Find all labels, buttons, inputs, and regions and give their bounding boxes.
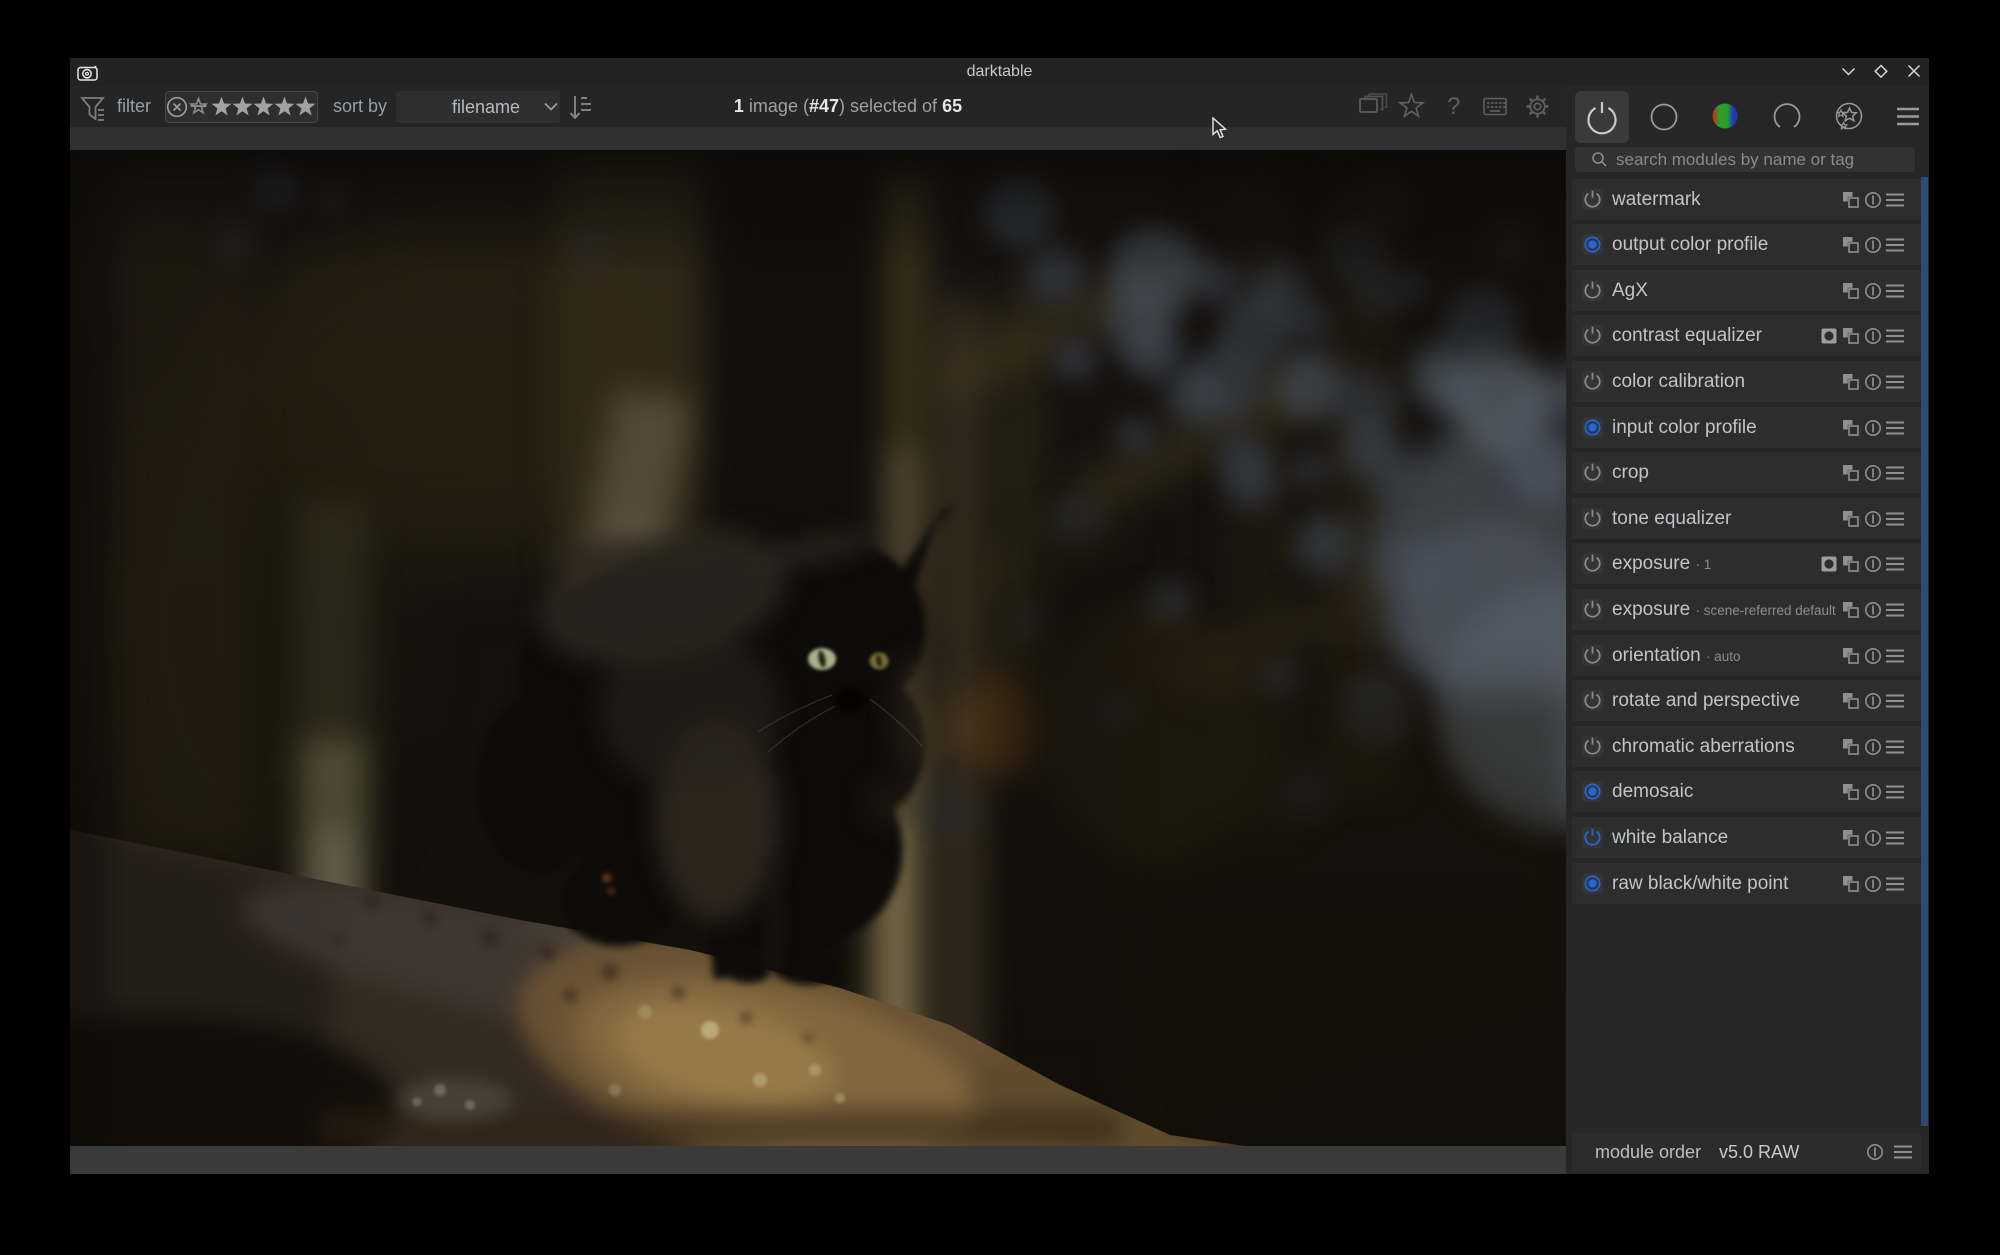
svg-text:?: ?: [1447, 93, 1460, 120]
